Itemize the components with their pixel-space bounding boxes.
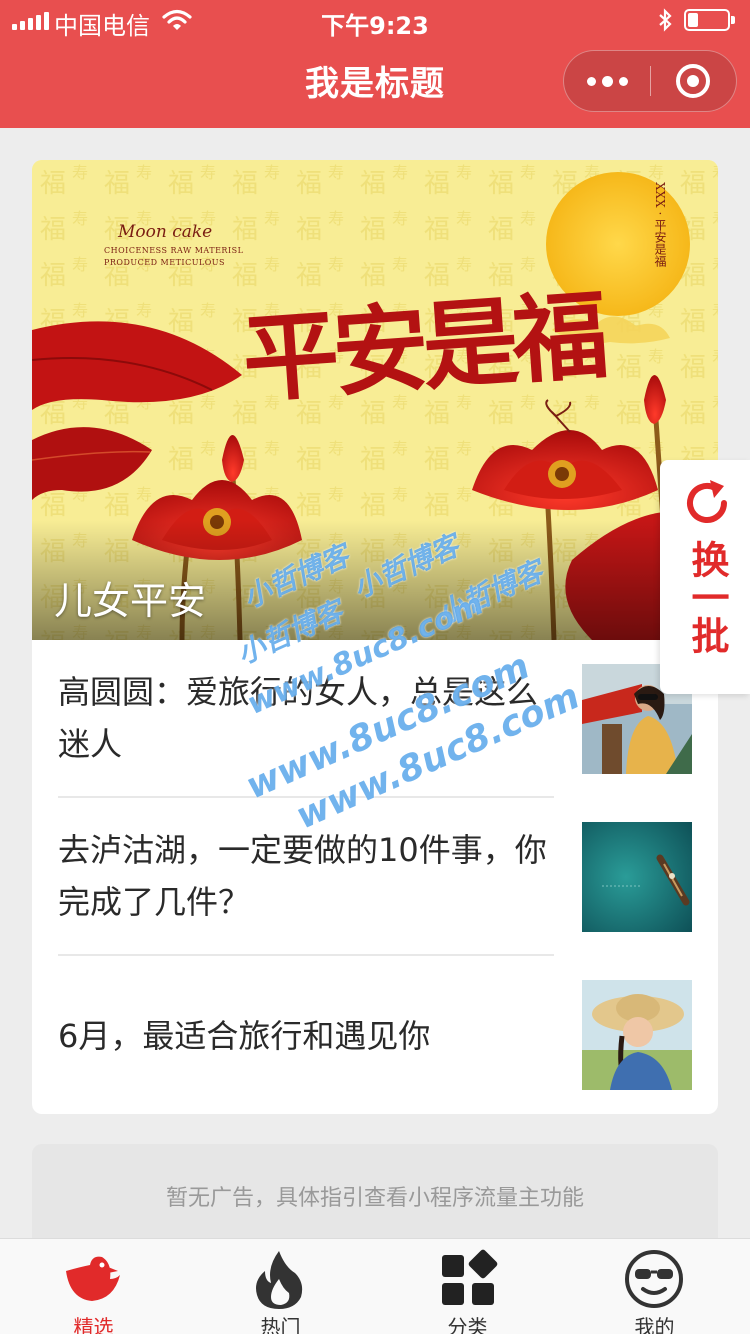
recommend-card: 福 寿 [32, 160, 718, 1114]
tab-mine[interactable]: 我的 [561, 1239, 748, 1334]
calligraphy-text: 平安是福 [239, 278, 607, 417]
tab-category[interactable]: 分类 [374, 1239, 561, 1334]
bird-icon [66, 1256, 120, 1301]
refresh-button[interactable]: 换一批 [660, 460, 750, 694]
brand-line-2: PRODUCED METICULOUS [104, 258, 226, 267]
bluetooth-icon [659, 8, 672, 32]
status-time: 下午9:23 [321, 12, 429, 40]
article-item[interactable]: 高圆圆：爱旅行的女人，总是这么迷人 [58, 666, 554, 770]
brand-title: Moon cake [118, 222, 213, 242]
sunglasses-face-icon [625, 1250, 683, 1308]
target-circle-icon[interactable] [676, 64, 710, 98]
tab-featured[interactable]: 精选 [0, 1239, 187, 1334]
tab-label: 热门 [260, 1315, 301, 1334]
article-item[interactable]: 去泸沽湖，一定要做的10件事，你完成了几件？ [58, 824, 554, 928]
banner-caption: 儿女平安 [54, 579, 207, 623]
grid-icon [442, 1249, 498, 1305]
article-item[interactable]: 6月，最适合旅行和遇见你 [58, 1010, 554, 1062]
tab-label: 我的 [634, 1315, 675, 1334]
tab-label: 精选 [73, 1315, 114, 1334]
boat-on-lake-image[interactable] [582, 822, 692, 932]
banner[interactable]: 福 寿 [32, 160, 718, 640]
divider [58, 954, 554, 956]
tab-hot[interactable]: 热门 [187, 1239, 374, 1334]
flame-icon [256, 1251, 303, 1309]
top-bar: 中国电信 下午9:23 我是标题 [0, 0, 750, 128]
brand-line-1: CHOICENESS RAW MATERISL [104, 246, 244, 255]
refresh-label: 换一批 [685, 540, 729, 654]
tab-bar: 精选 热门 分类 我的 [0, 1238, 750, 1334]
battery-icon [684, 9, 735, 31]
divider [58, 796, 554, 798]
woman-in-straw-hat-image[interactable] [582, 980, 692, 1090]
tab-label: 分类 [447, 1315, 488, 1334]
moon-text: XXX · 平安是福 [653, 182, 667, 268]
capsule-menu [563, 50, 737, 112]
status-bar: 中国电信 下午9:23 [0, 0, 750, 40]
refresh-icon [687, 480, 727, 523]
ad-text: 暂无广告，具体指引查看小程序流量主功能 [165, 1186, 584, 1211]
capsule-divider [650, 66, 651, 96]
more-dots-icon[interactable] [564, 51, 650, 111]
